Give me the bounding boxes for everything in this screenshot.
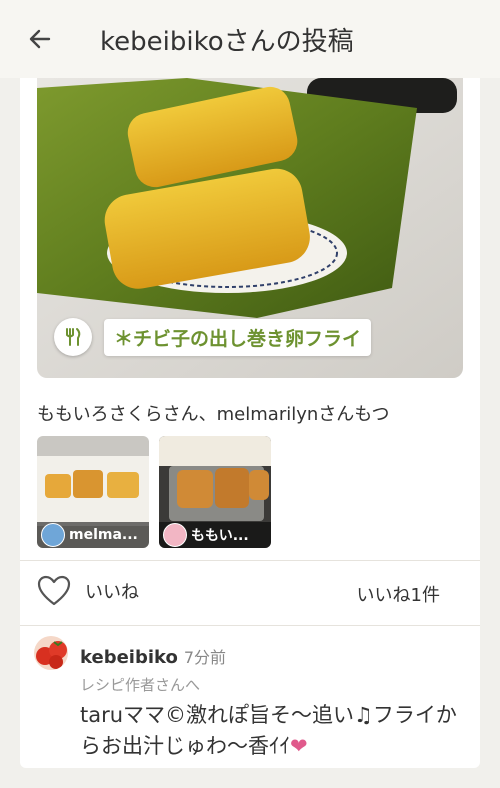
comment-user[interactable]: kebeibiko 7分前 <box>80 644 226 668</box>
comment-subtitle: レシピ作者さんへ <box>80 676 201 694</box>
arrow-left-icon <box>29 29 51 49</box>
avatar <box>163 523 187 547</box>
recipe-title[interactable]: ＊チビ子の出し巻き卵フライ <box>104 318 372 356</box>
like-button[interactable]: いいね <box>37 575 139 607</box>
tsukurepo-summary: ももいろさくらさん、melmarilynさんもつ <box>37 404 390 425</box>
page-title: kebeibikoさんの投稿 <box>100 26 354 57</box>
heart-outline-icon <box>37 575 71 606</box>
avatar <box>41 523 65 547</box>
thumb-caption: melma... <box>37 522 149 548</box>
divider <box>20 625 480 626</box>
username[interactable]: kebeibiko <box>80 647 178 668</box>
thumb-username: ももい... <box>191 528 249 544</box>
like-label: いいね <box>85 582 139 603</box>
back-button[interactable] <box>18 17 62 61</box>
recipe-link[interactable]: ＊チビ子の出し巻き卵フライ <box>54 318 372 356</box>
comment-text: taruママ©激れぽ旨そ〜追い♫フライからお出汁じゅわ〜香ｲｲ <box>80 703 457 758</box>
like-count[interactable]: いいね1件 <box>357 581 440 607</box>
tsukurepo-thumb[interactable]: ももい... <box>159 436 271 548</box>
app-header: kebeibikoさんの投稿 <box>0 0 500 78</box>
like-row: いいね いいね1件 <box>20 561 480 625</box>
tsukurepo-thumb[interactable]: melma... <box>37 436 149 548</box>
timestamp: 7分前 <box>183 648 227 667</box>
fork-knife-icon <box>54 318 92 356</box>
post-card: ＊チビ子の出し巻き卵フライ ももいろさくらさん、melmarilynさんもつ m… <box>20 78 480 768</box>
avatar[interactable] <box>34 636 68 670</box>
thumb-caption: ももい... <box>159 522 271 548</box>
heart-icon: ❤ <box>290 734 308 758</box>
thumb-username: melma... <box>69 527 138 543</box>
comment-body: taruママ©激れぽ旨そ〜追い♫フライからお出汁じゅわ〜香ｲｲ❤ <box>80 700 460 762</box>
